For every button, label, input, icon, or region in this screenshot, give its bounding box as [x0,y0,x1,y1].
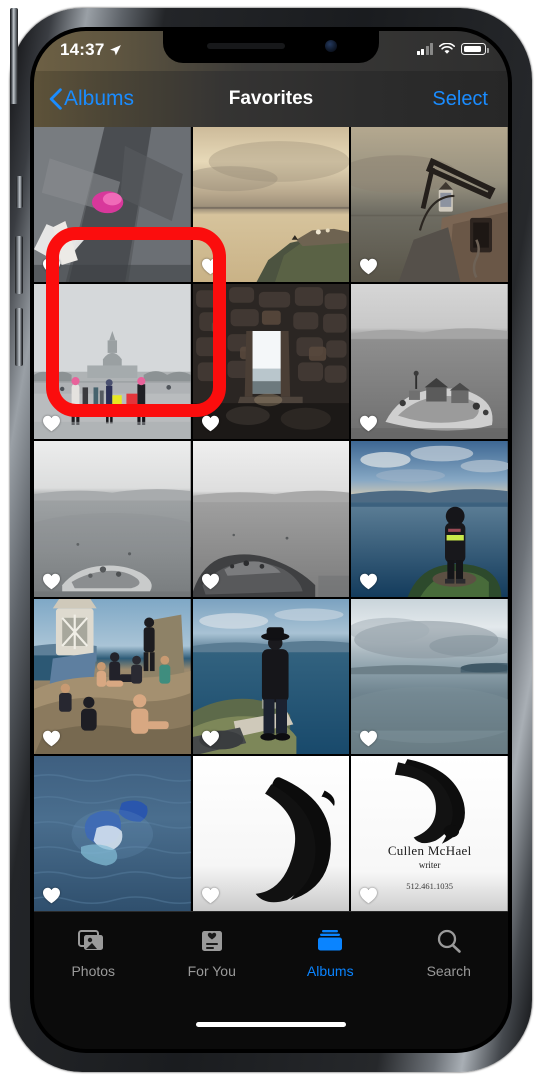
photo-cell[interactable] [192,284,350,440]
heart-filled-icon [43,730,60,747]
photo-cell[interactable] [34,598,191,754]
tab-albums[interactable]: Albums [271,926,390,1008]
photos-icon [78,930,104,950]
photo-cell[interactable] [34,755,191,911]
chevron-left-icon [49,88,62,110]
photo-cell[interactable] [351,284,508,440]
photo-cell[interactable] [192,755,350,911]
tab-label: For You [187,963,236,979]
phone-screen: Cullen McHael writer 512.461.1035 14:37 [34,31,508,1049]
heart-filled-icon [201,887,219,904]
heart-filled-icon [43,258,60,275]
heart-filled-icon [43,416,60,432]
photo-cell[interactable] [34,441,191,597]
cellular-signal-icon [416,43,433,55]
tab-label: Albums [306,963,354,979]
photo-cell[interactable] [351,127,508,283]
navigation-bar: Albums Favorites Select [34,71,508,127]
photo-cell[interactable] [192,598,350,754]
status-bar-clock: 14:37 [60,40,105,59]
wifi-icon [439,43,455,54]
front-camera [325,40,337,52]
photo-grid: Cullen McHael writer 512.461.1035 [34,127,508,911]
heart-filled-icon [360,258,378,275]
heart-filled-icon [360,730,378,747]
volume-down-button[interactable] [15,308,23,366]
back-to-albums-button[interactable]: Albums [49,87,134,111]
heart-filled-icon [201,573,219,589]
earpiece-speaker [207,43,285,49]
silent-switch[interactable] [16,176,23,208]
photo-cell[interactable] [34,127,191,283]
tab-photos[interactable]: Photos [34,926,153,1008]
for-you-icon [201,931,222,951]
power-button[interactable] [10,8,18,104]
status-bar-right [416,43,489,55]
tab-label: Photos [71,963,116,979]
status-bar-left: 14:37 [60,40,122,60]
tab-for-you[interactable]: For You [153,926,272,1008]
battery-icon [461,43,489,55]
heart-filled-icon [360,573,378,589]
heart-filled-icon [360,887,378,904]
photo-cell-highlighted[interactable] [34,284,191,440]
tab-search[interactable]: Search [390,926,509,1008]
photo-cell[interactable] [351,441,508,597]
heart-filled-icon [43,573,60,589]
business-card-name: Cullen McHael [387,842,472,858]
heart-filled-icon [43,887,60,904]
photo-cell[interactable] [192,441,350,597]
photo-cell[interactable] [192,127,350,283]
back-button-label: Albums [64,87,135,110]
home-indicator[interactable] [196,1022,346,1027]
tab-bar: Photos For You Albums Search [34,911,508,1049]
heart-filled-icon [201,416,219,432]
photo-cell[interactable] [351,598,508,754]
heart-filled-icon [201,258,219,275]
photo-cell[interactable]: Cullen McHael writer 512.461.1035 [351,755,508,911]
location-arrow-icon [110,44,122,55]
tab-label: Search [426,963,471,979]
device-notch [163,31,379,63]
heart-filled-icon [201,730,219,747]
volume-up-button[interactable] [15,236,23,294]
phone-frame: Cullen McHael writer 512.461.1035 14:37 [10,8,532,1072]
select-button[interactable]: Select [432,88,488,111]
business-card-role: writer [418,859,441,870]
albums-icon [318,930,343,951]
search-icon [437,929,461,953]
heart-filled-icon [360,416,378,432]
phone-bezel: Cullen McHael writer 512.461.1035 14:37 [30,27,512,1053]
